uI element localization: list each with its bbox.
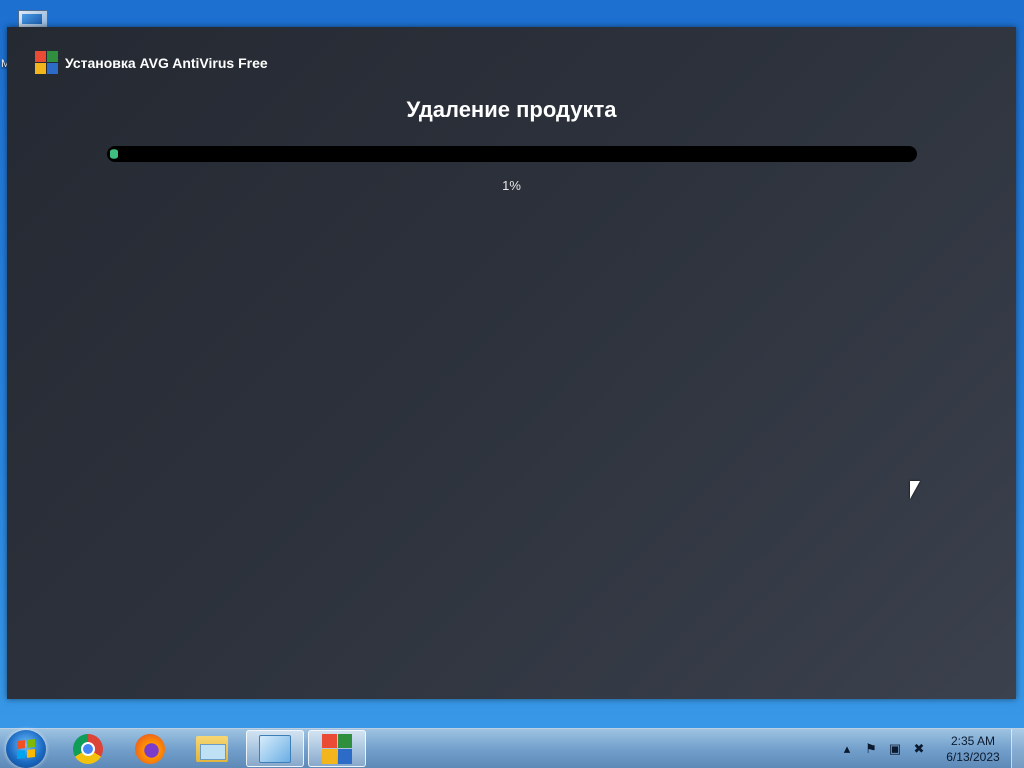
mouse-cursor-icon: [910, 481, 920, 499]
progress-fill: [110, 149, 119, 159]
progress-percent-label: 1%: [502, 178, 521, 193]
taskbar: ▴ ⚑ ▣ ✖ 2:35 AM 6/13/2023: [0, 728, 1024, 768]
taskbar-explorer-button[interactable]: [183, 730, 241, 767]
window-title: Установка AVG AntiVirus Free: [65, 54, 268, 71]
show-desktop-button[interactable]: [1011, 729, 1024, 768]
clock[interactable]: 2:35 AM 6/13/2023: [935, 733, 1011, 765]
clock-time: 2:35 AM: [950, 734, 996, 748]
firefox-icon: [135, 733, 165, 764]
taskbar-avg-button[interactable]: [308, 730, 366, 767]
action-center-flag-icon[interactable]: ⚑: [863, 741, 879, 757]
show-hidden-icons-button[interactable]: ▴: [839, 741, 855, 757]
clock-date: 6/13/2023: [946, 750, 1000, 764]
taskbar-firefox-button[interactable]: [121, 730, 179, 767]
network-icon[interactable]: ▣: [887, 741, 903, 757]
windows-logo-icon: [17, 739, 35, 759]
desktop-icon[interactable]: [14, 6, 62, 30]
avg-logo-icon: [35, 51, 58, 74]
file-explorer-icon: [196, 735, 228, 762]
system-tray: ▴ ⚑ ▣ ✖ 2:35 AM 6/13/2023: [835, 729, 1024, 768]
installer-title-bar: Установка AVG AntiVirus Free: [35, 51, 268, 74]
start-button[interactable]: [6, 730, 46, 768]
installer-window: Установка AVG AntiVirus Free Удаление пр…: [7, 27, 1016, 699]
volume-muted-icon[interactable]: ✖: [911, 741, 927, 757]
avg-icon: [322, 733, 352, 764]
page-heading: Удаление продукта: [406, 97, 617, 122]
chrome-icon: [73, 733, 103, 764]
taskbar-chrome-button[interactable]: [59, 730, 117, 767]
control-panel-icon: [259, 734, 291, 763]
taskbar-control-panel-button[interactable]: [246, 730, 304, 767]
progress-bar: [107, 146, 917, 162]
